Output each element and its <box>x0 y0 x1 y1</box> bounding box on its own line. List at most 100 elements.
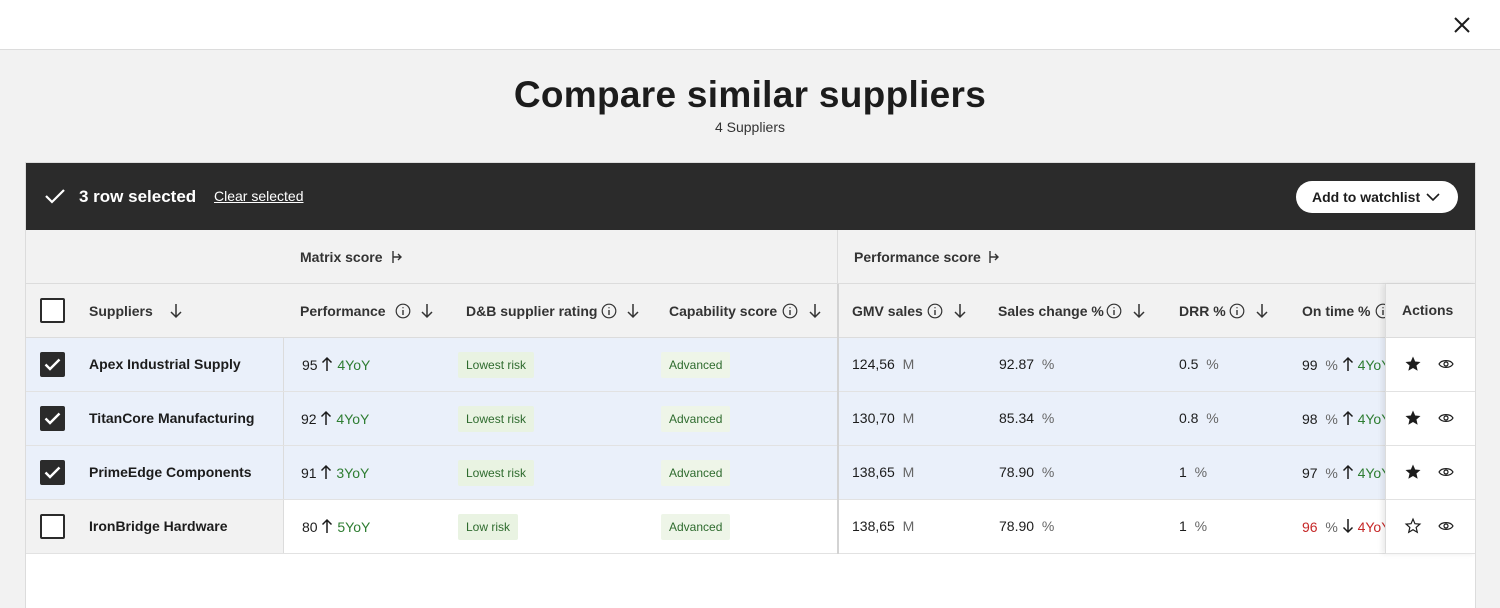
performance-yoy: 4YoY <box>336 411 370 427</box>
table-row[interactable]: TitanCore Manufacturing 92 4YoY Lowest r… <box>26 392 1475 446</box>
sort-down-arrow-icon[interactable] <box>169 303 183 319</box>
supplier-name[interactable]: PrimeEdge Components <box>89 464 252 480</box>
info-icon[interactable] <box>1229 303 1245 319</box>
supplier-name[interactable]: IronBridge Hardware <box>89 518 227 534</box>
performance-yoy: 5YoY <box>337 519 371 535</box>
supplier-name[interactable]: TitanCore Manufacturing <box>89 410 254 426</box>
sort-down-arrow-icon[interactable] <box>1132 303 1146 319</box>
on-time-number: 97 <box>1302 465 1318 481</box>
percent-unit: % <box>1194 518 1208 534</box>
eye-icon[interactable] <box>1438 520 1454 532</box>
gmv-unit: M <box>902 356 915 372</box>
row-checkbox[interactable] <box>40 460 65 485</box>
checkmark-icon <box>44 358 61 371</box>
drr-value: 1 % <box>1179 518 1207 534</box>
table-row[interactable]: PrimeEdge Components 91 3YoY Lowest risk… <box>26 446 1475 500</box>
eye-icon[interactable] <box>1438 412 1454 424</box>
gmv-unit: M <box>902 410 915 426</box>
supplier-count: 4 Suppliers <box>714 119 786 135</box>
supplier-cell: Apex Industrial Supply <box>26 338 284 391</box>
page-title: Compare similar suppliers <box>513 74 987 115</box>
clear-selected-link[interactable]: Clear selected <box>214 188 304 204</box>
sort-down-arrow-icon[interactable] <box>808 303 822 319</box>
dnb-rating-badge: Low risk <box>458 514 519 540</box>
sales-change-value: 92.87 % <box>999 356 1054 372</box>
performance-yoy: 4YoY <box>337 357 371 373</box>
on-time-value: 97 % 4YoY <box>1302 464 1391 481</box>
arrow-up-icon <box>1342 464 1353 479</box>
column-group-row: Matrix score Performance score <box>26 230 1475 284</box>
sort-down-arrow-icon[interactable] <box>420 303 434 319</box>
performance-value: 92 4YoY <box>301 410 369 427</box>
row-checkbox[interactable] <box>40 514 65 539</box>
table-row[interactable]: Apex Industrial Supply 95 4YoY Lowest ri… <box>26 338 1475 392</box>
capability-badge: Advanced <box>661 352 731 378</box>
group-performance-score: Performance score <box>854 249 981 265</box>
star-outline-icon[interactable] <box>1404 517 1422 535</box>
gmv-value: 130,70 M <box>852 410 914 426</box>
info-icon[interactable] <box>1106 303 1122 319</box>
on-time-number: 98 <box>1302 411 1318 427</box>
star-icon[interactable] <box>1404 463 1422 481</box>
percent-unit: % <box>1194 464 1208 480</box>
gmv-number: 130,70 <box>852 410 895 426</box>
percent-unit: % <box>1041 356 1055 372</box>
table-row[interactable]: IronBridge Hardware 80 5YoY Low risk Adv… <box>26 500 1475 554</box>
select-all-checkbox[interactable] <box>40 298 65 323</box>
info-icon[interactable] <box>927 303 943 319</box>
sort-down-arrow-icon[interactable] <box>626 303 640 319</box>
eye-icon[interactable] <box>1438 466 1454 478</box>
percent-unit: % <box>1041 464 1055 480</box>
performance-value: 95 4YoY <box>302 356 370 373</box>
sales-change-number: 85.34 <box>999 410 1035 426</box>
add-to-watchlist-button[interactable]: Add to watchlist <box>1296 181 1458 213</box>
percent-unit: % <box>1206 356 1219 372</box>
sort-down-arrow-icon[interactable] <box>1255 303 1269 319</box>
performance-score: 92 <box>301 411 317 427</box>
comparison-table-panel: 3 row selected Clear selected Add to wat… <box>25 162 1476 608</box>
supplier-cell: IronBridge Hardware <box>26 500 284 553</box>
row-checkbox[interactable] <box>40 406 65 431</box>
eye-icon[interactable] <box>1438 358 1454 370</box>
supplier-name[interactable]: Apex Industrial Supply <box>89 356 241 372</box>
actions-cell <box>1386 500 1475 554</box>
percent-unit: % <box>1325 357 1338 373</box>
row-checkbox[interactable] <box>40 352 65 377</box>
actions-cell <box>1386 392 1475 446</box>
performance-score: 95 <box>302 357 318 373</box>
group-divider <box>837 230 838 284</box>
info-icon[interactable] <box>601 303 617 319</box>
header-suppliers: Suppliers <box>89 303 153 319</box>
info-icon[interactable] <box>395 303 411 319</box>
drr-value: 0.8 % <box>1179 410 1219 426</box>
on-time-value: 99 % 4YoY <box>1302 356 1391 373</box>
expand-column-icon[interactable] <box>390 250 404 264</box>
selected-count: 3 row selected <box>79 187 197 206</box>
header-sales-change: Sales change % <box>998 303 1104 319</box>
performance-yoy: 3YoY <box>336 465 370 481</box>
arrow-up-icon <box>1342 356 1353 371</box>
dnb-rating-badge: Lowest risk <box>458 406 535 432</box>
gmv-number: 138,65 <box>852 464 895 480</box>
supplier-cell: TitanCore Manufacturing <box>26 392 284 445</box>
capability-badge: Advanced <box>661 514 731 540</box>
gmv-unit: M <box>902 518 915 534</box>
star-icon[interactable] <box>1404 409 1422 427</box>
sales-change-number: 78.90 <box>999 518 1035 534</box>
group-matrix-score: Matrix score <box>300 249 383 265</box>
drr-number: 0.5 <box>1179 356 1199 372</box>
close-button[interactable] <box>1447 10 1477 40</box>
star-icon[interactable] <box>1404 355 1422 373</box>
percent-unit: % <box>1041 518 1055 534</box>
percent-unit: % <box>1325 411 1338 427</box>
gmv-number: 124,56 <box>852 356 895 372</box>
gmv-number: 138,65 <box>852 518 895 534</box>
sort-down-arrow-icon[interactable] <box>953 303 967 319</box>
performance-score: 80 <box>302 519 318 535</box>
selection-bar: 3 row selected Clear selected Add to wat… <box>26 163 1475 230</box>
expand-column-icon[interactable] <box>987 250 1001 264</box>
info-icon[interactable] <box>782 303 798 319</box>
dnb-rating-badge: Lowest risk <box>458 460 535 486</box>
gmv-unit: M <box>902 464 915 480</box>
arrow-up-icon <box>321 464 332 479</box>
